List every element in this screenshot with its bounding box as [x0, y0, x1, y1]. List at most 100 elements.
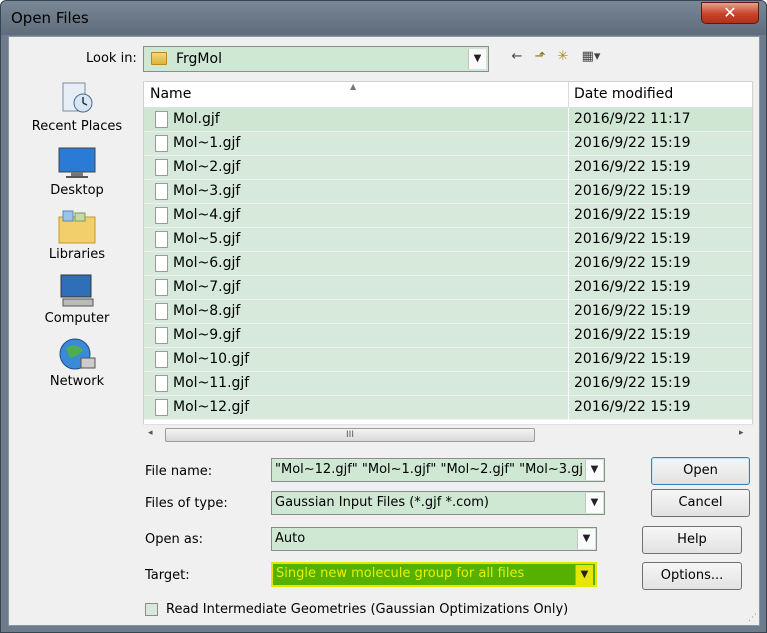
file-row[interactable]: Mol~12.gjf 2016/9/22 15:19	[144, 396, 752, 420]
chevron-down-icon[interactable]: ▼	[577, 529, 595, 549]
file-icon	[155, 231, 168, 248]
read-intermediate-label[interactable]: Read Intermediate Geometries (Gaussian O…	[166, 602, 568, 617]
file-date-modified: 2016/9/22 15:19	[574, 327, 691, 343]
scroll-right-icon[interactable]: ▸	[739, 428, 744, 438]
file-icon	[155, 375, 168, 392]
file-date-modified: 2016/9/22 15:19	[574, 399, 691, 415]
close-button[interactable]: ✕	[701, 2, 759, 24]
file-name: Mol~4.gjf	[173, 207, 241, 223]
open-files-dialog: Open Files ✕ Look in: FrgMol ▼ ← ⬏ ✳ ▦▾ …	[0, 0, 767, 633]
file-name: Mol.gjf	[173, 111, 220, 127]
target-value: Single new molecule group for all files	[276, 566, 525, 581]
files-of-type-label: Files of type:	[145, 496, 228, 511]
place-network[interactable]: Network	[23, 336, 131, 389]
network-icon	[57, 336, 97, 372]
file-row[interactable]: Mol.gjf 2016/9/22 11:17	[144, 108, 752, 132]
column-header-name[interactable]: Name	[150, 86, 191, 102]
file-name-value: "Mol~12.gjf" "Mol~1.gjf" "Mol~2.gjf" "Mo…	[275, 462, 583, 477]
back-arrow-icon[interactable]: ←	[509, 49, 525, 67]
new-folder-icon[interactable]: ✳	[554, 49, 572, 67]
file-date-modified: 2016/9/22 15:19	[574, 351, 691, 367]
file-date-modified: 2016/9/22 15:19	[574, 207, 691, 223]
file-row[interactable]: Mol~3.gjf 2016/9/22 15:19	[144, 180, 752, 204]
scrollbar-thumb[interactable]: III	[165, 428, 535, 442]
options-button[interactable]: Options...	[642, 562, 742, 590]
file-date-modified: 2016/9/22 15:19	[574, 159, 691, 175]
file-icon	[155, 111, 168, 128]
file-name: Mol~12.gjf	[173, 399, 250, 415]
open-as-dropdown[interactable]: Auto ▼	[271, 527, 597, 551]
place-label: Recent Places	[31, 119, 123, 134]
target-dropdown[interactable]: Single new molecule group for all files …	[271, 562, 597, 587]
place-computer[interactable]: Computer	[23, 273, 131, 326]
files-of-type-value: Gaussian Input Files (*.gjf *.com)	[275, 495, 489, 510]
file-date-modified: 2016/9/22 15:19	[574, 231, 691, 247]
file-row[interactable]: Mol~10.gjf 2016/9/22 15:19	[144, 348, 752, 372]
file-icon	[155, 327, 168, 344]
row-divider	[568, 372, 569, 396]
file-date-modified: 2016/9/22 15:19	[574, 279, 691, 295]
file-row[interactable]: Mol~7.gjf 2016/9/22 15:19	[144, 276, 752, 300]
file-name: Mol~9.gjf	[173, 327, 241, 343]
row-divider	[568, 180, 569, 204]
look-in-dropdown[interactable]: FrgMol ▼	[143, 46, 489, 72]
folder-icon	[151, 52, 167, 65]
horizontal-scrollbar[interactable]: ◂ III ▸	[143, 424, 753, 444]
chevron-down-icon[interactable]: ▼	[468, 49, 486, 69]
column-header-date-modified[interactable]: Date modified	[574, 86, 673, 102]
help-button[interactable]: Help	[642, 526, 742, 554]
row-divider	[568, 348, 569, 372]
up-folder-icon[interactable]: ⬏	[531, 49, 549, 67]
place-libraries[interactable]: Libraries	[23, 209, 131, 262]
file-name-field[interactable]: "Mol~12.gjf" "Mol~1.gjf" "Mol~2.gjf" "Mo…	[271, 458, 605, 482]
chevron-down-icon[interactable]: ▼	[585, 493, 603, 513]
read-intermediate-checkbox[interactable]	[145, 603, 158, 616]
row-divider	[568, 108, 569, 132]
file-name: Mol~11.gjf	[173, 375, 250, 391]
place-desktop[interactable]: Desktop	[23, 145, 131, 198]
desktop-icon	[57, 145, 97, 181]
cancel-button[interactable]: Cancel	[651, 489, 750, 517]
file-icon	[155, 351, 168, 368]
place-label: Libraries	[48, 247, 106, 262]
computer-icon	[57, 273, 97, 309]
file-row[interactable]: Mol~8.gjf 2016/9/22 15:19	[144, 300, 752, 324]
file-row[interactable]: Mol~11.gjf 2016/9/22 15:19	[144, 372, 752, 396]
file-row[interactable]: Mol~9.gjf 2016/9/22 15:19	[144, 324, 752, 348]
file-icon	[155, 399, 168, 416]
chevron-down-icon[interactable]: ▼	[585, 460, 603, 480]
chevron-down-icon[interactable]: ▼	[575, 565, 593, 585]
files-of-type-dropdown[interactable]: Gaussian Input Files (*.gjf *.com) ▼	[271, 491, 605, 515]
file-icon	[155, 255, 168, 272]
file-row[interactable]: Mol~6.gjf 2016/9/22 15:19	[144, 252, 752, 276]
file-name: Mol~1.gjf	[173, 135, 241, 151]
place-recent-places[interactable]: Recent Places	[23, 81, 131, 134]
file-date-modified: 2016/9/22 15:19	[574, 135, 691, 151]
view-menu-icon[interactable]: ▦▾	[577, 49, 605, 67]
row-divider	[568, 396, 569, 420]
row-divider	[568, 252, 569, 276]
resize-grip-icon[interactable]: ⋰	[748, 613, 757, 623]
file-row[interactable]: Mol~1.gjf 2016/9/22 15:19	[144, 132, 752, 156]
recent-places-icon	[57, 81, 97, 117]
look-in-value: FrgMol	[176, 51, 222, 67]
column-divider[interactable]	[568, 82, 569, 108]
file-name: Mol~8.gjf	[173, 303, 241, 319]
file-name: Mol~10.gjf	[173, 351, 250, 367]
look-in-label: Look in:	[86, 51, 137, 66]
sort-ascending-icon: ▲	[350, 82, 357, 91]
list-header: ▲ Name Date modified	[144, 82, 752, 108]
title-bar[interactable]: Open Files ✕	[1, 1, 766, 35]
open-button[interactable]: Open	[651, 457, 750, 485]
row-divider	[568, 204, 569, 228]
row-divider	[568, 324, 569, 348]
target-label: Target:	[145, 568, 190, 583]
place-label: Desktop	[50, 183, 104, 198]
file-list[interactable]: ▲ Name Date modified Mol.gjf 2016/9/22 11…	[143, 81, 753, 444]
file-row[interactable]: Mol~5.gjf 2016/9/22 15:19	[144, 228, 752, 252]
scroll-left-icon[interactable]: ◂	[148, 428, 153, 438]
libraries-icon	[57, 209, 97, 245]
file-row[interactable]: Mol~4.gjf 2016/9/22 15:19	[144, 204, 752, 228]
file-date-modified: 2016/9/22 15:19	[574, 255, 691, 271]
file-row[interactable]: Mol~2.gjf 2016/9/22 15:19	[144, 156, 752, 180]
